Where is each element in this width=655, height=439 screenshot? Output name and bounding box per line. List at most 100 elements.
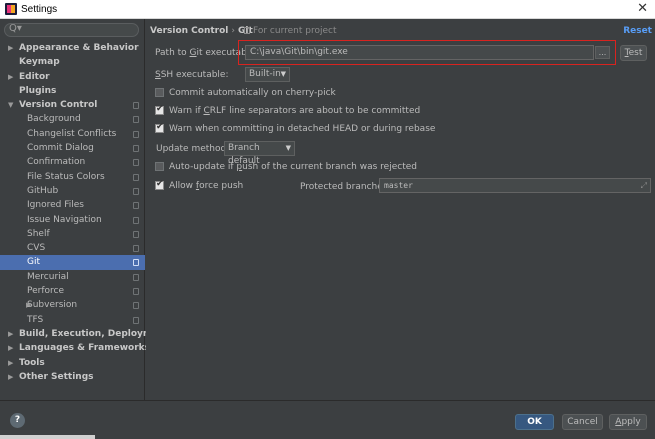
project-page-icon bbox=[133, 230, 139, 238]
project-page-icon bbox=[133, 130, 139, 138]
help-button[interactable]: ? bbox=[10, 413, 25, 428]
sidebar-item-keymap[interactable]: Keymap bbox=[0, 55, 145, 69]
sidebar-item-label: Version Control bbox=[19, 100, 98, 111]
sidebar-item-other-settings[interactable]: ▶ Other Settings bbox=[0, 370, 145, 384]
sidebar-item-label: Issue Navigation bbox=[27, 214, 102, 225]
chevron-down-icon: ▼ bbox=[280, 70, 286, 78]
sidebar-item-issue-navigation[interactable]: Issue Navigation bbox=[0, 213, 145, 227]
chevron-down-icon[interactable]: ▼ bbox=[8, 98, 13, 112]
project-page-icon bbox=[133, 202, 139, 210]
sidebar-item-languages-frameworks[interactable]: ▶ Languages & Frameworks bbox=[0, 341, 150, 355]
intellij-app-icon bbox=[5, 3, 17, 15]
sidebar-item-confirmation[interactable]: Confirmation bbox=[0, 155, 145, 169]
sidebar-item-build-execution-deployment[interactable]: ▶ Build, Execution, Deployment bbox=[0, 327, 169, 341]
sidebar-item-label: Confirmation bbox=[27, 157, 86, 168]
sidebar-item-appearance-behavior[interactable]: ▶ Appearance & Behavior bbox=[0, 41, 145, 55]
auto-update-checkbox[interactable] bbox=[155, 162, 164, 171]
cancel-button[interactable]: Cancel bbox=[562, 414, 603, 430]
commit-cherry-pick-label: Commit automatically on cherry-pick bbox=[169, 87, 336, 99]
ssh-label-text: SH executable: bbox=[160, 70, 229, 80]
breadcrumb-separator: › bbox=[231, 26, 235, 36]
sidebar-item-editor[interactable]: ▶ Editor bbox=[0, 70, 145, 84]
warn-crlf-text-2: RLF line separators are about to be comm… bbox=[209, 106, 421, 116]
sidebar-item-shelf[interactable]: Shelf bbox=[0, 227, 145, 241]
close-icon[interactable]: ✕ bbox=[637, 1, 648, 16]
auto-update-label: Auto-update if push of the current branc… bbox=[169, 161, 417, 173]
sidebar-item-background[interactable]: Background bbox=[0, 112, 145, 126]
search-icon: Q▾ bbox=[9, 23, 22, 34]
sidebar-item-label: Shelf bbox=[27, 228, 50, 239]
project-page-icon bbox=[133, 187, 139, 195]
sidebar-item-label: Git bbox=[27, 257, 41, 268]
chevron-down-icon: ▼ bbox=[285, 144, 291, 152]
protected-branches-input[interactable]: master ⤢ bbox=[379, 178, 651, 193]
sidebar-item-commit-dialog[interactable]: Commit Dialog bbox=[0, 141, 145, 155]
allow-force-push-text-2: orce push bbox=[199, 181, 244, 191]
settings-tree: ▶ Appearance & Behavior Keymap ▶ Editor Plugi… bbox=[0, 41, 169, 384]
auto-update-text-1: Auto-update if bbox=[169, 162, 237, 172]
sidebar-item-label: TFS bbox=[27, 314, 44, 325]
warn-detached-checkbox[interactable] bbox=[155, 122, 164, 133]
sidebar-item-label: Commit Dialog bbox=[27, 143, 94, 154]
reset-link[interactable]: Reset bbox=[623, 26, 652, 36]
chevron-right-icon[interactable]: ▶ bbox=[8, 70, 13, 84]
sidebar-item-label: Perforce bbox=[27, 286, 65, 297]
sidebar-item-git[interactable]: Git bbox=[0, 255, 145, 270]
apply-button-label: pply bbox=[621, 417, 641, 427]
ok-button[interactable]: OK bbox=[515, 414, 554, 430]
chevron-right-icon[interactable]: ▶ bbox=[8, 356, 13, 370]
warn-detached-option[interactable]: Warn when committing in detached HEAD or… bbox=[155, 122, 455, 135]
warn-crlf-option[interactable]: Warn if CRLF line separators are about t… bbox=[155, 104, 455, 117]
dialog-footer: ? OK Cancel Apply bbox=[0, 400, 655, 439]
expand-icon[interactable]: ⤢ bbox=[641, 179, 647, 192]
sidebar-item-tools[interactable]: ▶ Tools bbox=[0, 356, 145, 370]
sidebar-item-ignored-files[interactable]: Ignored Files bbox=[0, 198, 145, 212]
auto-update-option[interactable]: Auto-update if push of the current branc… bbox=[155, 161, 455, 173]
git-path-label-text-1: Path to bbox=[155, 48, 190, 58]
sidebar-item-label: GitHub bbox=[27, 185, 59, 196]
chevron-right-icon[interactable]: ▶ bbox=[8, 41, 13, 55]
sidebar-item-file-status-colors[interactable]: File Status Colors bbox=[0, 170, 145, 184]
commit-cherry-pick-option[interactable]: Commit automatically on cherry-pick bbox=[155, 87, 455, 99]
chevron-right-icon[interactable]: ▶ bbox=[8, 370, 13, 384]
allow-force-push-text-1: Allow bbox=[169, 181, 196, 191]
project-scope-label: For current project bbox=[253, 26, 337, 36]
project-page-icon bbox=[133, 116, 139, 124]
sidebar-item-tfs[interactable]: TFS bbox=[0, 313, 145, 327]
project-page-icon bbox=[133, 273, 139, 281]
commit-cherry-pick-text: Commit automatically on cherry-pick bbox=[169, 88, 336, 98]
sidebar-item-plugins[interactable]: Plugins bbox=[0, 84, 145, 98]
git-path-label-mnemonic: G bbox=[189, 48, 197, 58]
warn-crlf-checkbox[interactable] bbox=[155, 104, 164, 115]
warn-detached-label: Warn when committing in detached HEAD or… bbox=[169, 123, 435, 135]
test-button[interactable]: Test bbox=[620, 45, 647, 61]
sidebar-item-subversion[interactable]: ▶ Subversion bbox=[0, 298, 145, 312]
sidebar-item-label: Subversion bbox=[27, 300, 78, 311]
update-method-select[interactable]: Branch default ▼ bbox=[224, 141, 295, 166]
sidebar-item-changelist-conflicts[interactable]: Changelist Conflicts bbox=[0, 127, 145, 141]
sidebar-item-mercurial[interactable]: Mercurial bbox=[0, 270, 145, 284]
sidebar-item-github[interactable]: GitHub bbox=[0, 184, 145, 198]
sidebar-item-label: File Status Colors bbox=[27, 171, 105, 182]
window-title: Settings bbox=[21, 4, 58, 15]
search-input[interactable]: Q▾ bbox=[4, 23, 139, 37]
breadcrumb: Version Control › Git bbox=[150, 26, 253, 36]
ssh-executable-select[interactable]: Built-in ▼ bbox=[245, 67, 290, 82]
commit-cherry-pick-checkbox[interactable] bbox=[155, 88, 164, 97]
sidebar-item-version-control[interactable]: ▼ Version Control bbox=[0, 98, 145, 112]
sidebar-item-perforce[interactable]: Perforce bbox=[0, 284, 145, 298]
sidebar-item-label: Other Settings bbox=[19, 371, 94, 382]
apply-button[interactable]: Apply bbox=[609, 414, 647, 430]
chevron-right-icon[interactable]: ▶ bbox=[8, 327, 13, 341]
sidebar-item-label: Plugins bbox=[19, 85, 57, 96]
sidebar-item-label: Background bbox=[27, 114, 81, 125]
allow-force-push-checkbox[interactable] bbox=[155, 179, 164, 190]
allow-force-push-option[interactable]: Allow force push bbox=[155, 179, 255, 192]
breadcrumb-parent: Version Control bbox=[150, 26, 229, 36]
sidebar-item-cvs[interactable]: CVS bbox=[0, 241, 145, 255]
chevron-right-icon[interactable]: ▶ bbox=[8, 341, 13, 355]
project-page-icon bbox=[244, 27, 250, 34]
sidebar-item-label: Tools bbox=[19, 357, 45, 368]
annotation-highlight-box bbox=[238, 40, 616, 65]
sidebar-item-label: CVS bbox=[27, 243, 46, 254]
